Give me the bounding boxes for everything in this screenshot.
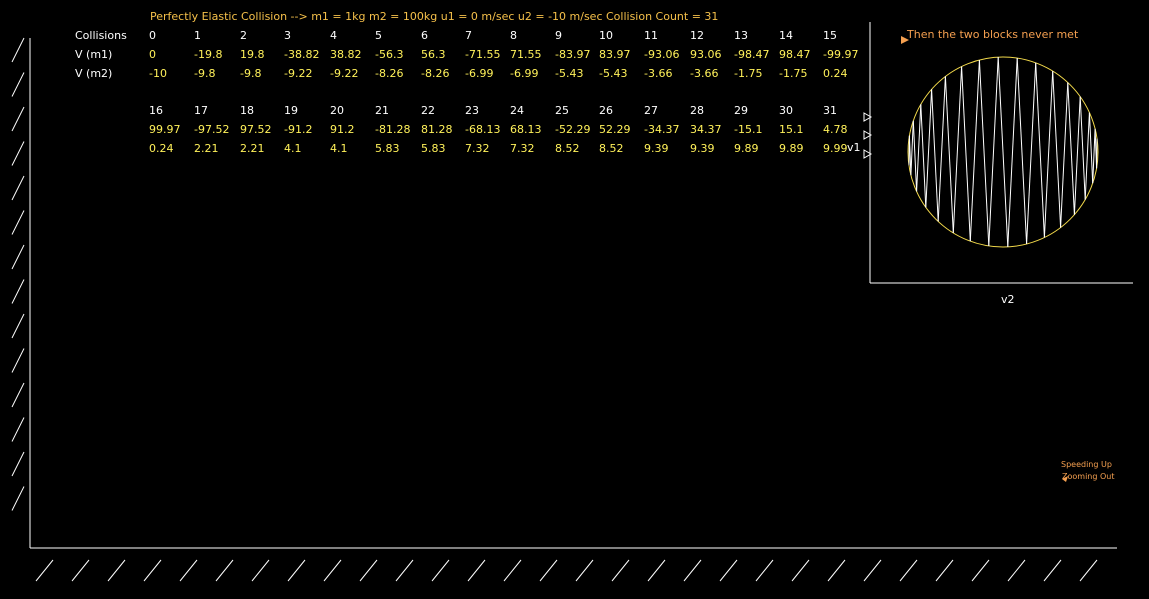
floor-hatch: [791, 559, 810, 582]
floor-hatch: [143, 559, 162, 582]
phase-trajectory-segment: [969, 59, 980, 242]
phase-trajectory-segment: [937, 76, 946, 222]
phase-trajectory-segment: [1035, 62, 1045, 238]
wall-hatch: [11, 244, 25, 270]
phase-trajectory-segment: [1084, 112, 1090, 200]
floor-hatch: [323, 559, 342, 582]
wall-hatch: [11, 141, 25, 166]
phase-plot: [863, 22, 1133, 482]
wall-hatch: [11, 106, 25, 132]
phase-trajectory-segment: [925, 89, 933, 208]
phase-trajectory-segment: [1079, 96, 1086, 200]
floor-hatch: [683, 559, 702, 582]
floor-hatch: [107, 559, 126, 582]
floor-hatch: [395, 559, 414, 582]
phase-trajectory-segment: [1043, 71, 1054, 238]
phase-annotation: Then the two blocks never met: [907, 28, 1079, 41]
floor-hatch: [431, 559, 450, 582]
floor-hatch: [287, 559, 306, 582]
phase-trajectory-segment: [1016, 58, 1028, 245]
floor-hatch: [971, 559, 990, 582]
floor-hatch: [575, 559, 594, 582]
phase-x-axis-label: v2: [1001, 293, 1015, 306]
phase-trajectory-segment: [1007, 58, 1018, 247]
floor-hatch: [899, 559, 918, 582]
left-wall: [11, 37, 25, 511]
wall-hatch: [11, 210, 25, 235]
zooming-out-note: Zooming Out: [1062, 472, 1115, 481]
floor-hatch: [935, 559, 954, 582]
floor-hatch: [251, 559, 270, 582]
phase-y-axis-label: v1: [847, 141, 861, 154]
floor: [35, 559, 1098, 582]
floor-hatch: [755, 559, 774, 582]
wall-hatch: [11, 279, 25, 304]
speeding-up-note: Speeding Up: [1061, 460, 1112, 469]
floor-hatch: [611, 559, 630, 582]
phase-trajectory-segment: [988, 57, 999, 246]
phase-trajectory-segment: [1052, 71, 1062, 228]
wall-hatch: [11, 451, 25, 477]
phase-trajectory-segment: [1067, 82, 1075, 215]
phase-trajectory-segment: [997, 57, 1009, 247]
wall-hatch: [11, 348, 25, 373]
wall-hatch: [11, 37, 25, 63]
wall-hatch: [11, 175, 25, 201]
wall-hatch: [11, 382, 25, 408]
wall-hatch: [11, 486, 25, 511]
phase-trajectory-segment: [931, 89, 939, 222]
floor-hatch: [179, 559, 198, 582]
floor-hatch: [539, 559, 558, 582]
phase-trajectory-segment: [912, 120, 918, 192]
floor-hatch: [1007, 559, 1026, 582]
wall-hatch: [11, 313, 25, 339]
phase-trajectory-segment: [1026, 62, 1037, 245]
floor-hatch: [215, 559, 234, 582]
phase-trajectory-segment: [952, 66, 963, 233]
floor-hatch: [35, 559, 54, 582]
floor-hatch: [1079, 559, 1098, 582]
scene-graphics: [11, 22, 1133, 582]
floor-hatch: [503, 559, 522, 582]
floor-hatch: [863, 559, 882, 582]
phase-trajectory-segment: [916, 104, 922, 192]
floor-hatch: [71, 559, 90, 582]
floor-hatch: [359, 559, 378, 582]
phase-trajectory-segment: [1073, 96, 1081, 215]
floor-hatch: [647, 559, 666, 582]
phase-trajectory-segment: [1088, 112, 1094, 184]
phase-trajectory-segment: [920, 104, 927, 208]
floor-hatch: [1043, 559, 1062, 582]
phase-trajectory-segment: [978, 59, 990, 246]
phase-trajectory-segment: [961, 66, 971, 242]
floor-hatch: [827, 559, 846, 582]
wall-hatch: [11, 72, 25, 97]
phase-trajectory-segment: [1060, 82, 1069, 228]
wall-hatch: [11, 417, 25, 442]
floor-hatch: [719, 559, 738, 582]
phase-trajectory-segment: [944, 76, 954, 233]
floor-hatch: [467, 559, 486, 582]
